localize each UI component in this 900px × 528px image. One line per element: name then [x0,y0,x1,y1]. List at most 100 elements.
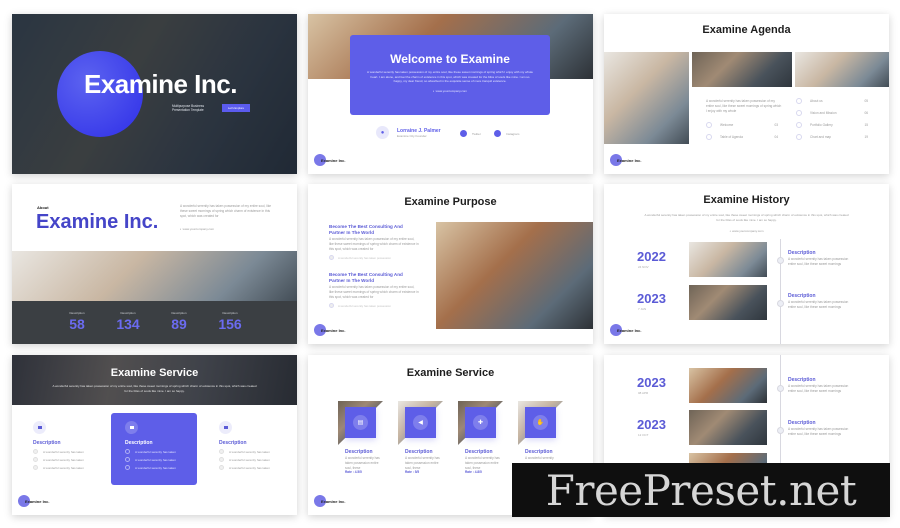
timeline-body: A wonderful serenity has taken possessio… [788,384,849,393]
timeline-photo [689,242,767,277]
timeline-body: A wonderful serenity has taken possessio… [788,257,849,266]
bullet-icon [706,134,712,140]
purpose-link-text: A wonderful serenity has taken possessio… [338,255,391,260]
purpose-heading: Become The Best Consulting And Partner I… [329,224,403,235]
agenda-item-label: Table of Agenda [720,135,743,139]
history-website: ◐ www.yourcompany.com [729,229,764,233]
agenda-item[interactable]: Portfolio Gallery 15 [796,122,868,128]
slide-about[interactable]: About Examine Inc. A wonderful serenity … [12,184,297,344]
agenda-item-page: 15 [864,123,868,127]
timeline-heading: Description [788,420,816,426]
service-list-item: A wonderful serenity has taken [33,465,103,470]
folder-icon [33,421,46,434]
service-list-item: A wonderful serenity has taken [219,465,289,470]
bullet-icon [219,449,224,454]
agenda-intro: A wonderful serenity has taken possessio… [706,99,782,113]
service-banner-photo [12,355,297,405]
service-list-item: A wonderful serenity has taken [219,457,289,462]
timeline-heading: Description [788,250,816,256]
purpose-block: Become The Best Consulting And Partner I… [329,272,419,308]
agenda-item[interactable]: Table of Agenda 04 [706,134,778,140]
slide-purpose[interactable]: Examine Purpose Become The Best Consulti… [308,184,593,344]
agenda-item-page: 03 [774,123,778,127]
service-list-item: A wonderful serenity has taken [125,465,195,470]
service-item-body: A wonderful serenity has taken possessio… [405,456,440,470]
agenda-photo-1 [604,52,689,144]
brand-label: Examine Inc. [25,498,50,504]
brand-label: Examine Inc. [321,327,346,333]
agenda-item[interactable]: Vision and Mission 06 [796,110,868,116]
social-instagram[interactable]: Instagram [494,130,519,137]
list-item-text: A wonderful serenity has taken [135,465,176,470]
service-list-item: A wonderful serenity has taken [33,457,103,462]
slide-service-columns[interactable]: Examine Service A wonderful serenity has… [12,355,297,515]
purpose-title: Examine Purpose [404,196,497,208]
purpose-link[interactable]: A wonderful serenity has taken possessio… [329,255,419,260]
agenda-item[interactable]: Welcome 03 [706,122,778,128]
cover-explore-button[interactable]: Let's Explore [222,104,250,112]
list-item-text: A wonderful serenity has taken [43,457,84,462]
timeline-body: A wonderful serenity has taken possessio… [788,427,849,436]
timeline-photo [689,410,767,445]
stat-value: 156 [218,316,242,332]
bullet-icon [125,449,130,454]
timeline-year: 2023 [637,417,666,432]
service-item-rate: Rate : 4.5/5 [345,470,362,474]
brand-label: Examine Inc. [321,498,346,504]
chat-icon: ▤ [353,415,368,430]
timeline-year: 2023 [637,375,666,390]
cover-subtitle: Multipurpose Business Presentation Templ… [172,104,205,112]
service-item-heading: Description [465,449,493,455]
briefcase-icon [219,421,232,434]
history-intro: A wonderful serenity has taken possessio… [644,213,849,222]
list-item-text: A wonderful serenity has taken [43,449,84,454]
twitter-label: Twitter [472,131,481,136]
bullet-icon [33,457,38,462]
social-twitter[interactable]: Twitter [460,130,481,137]
bullet-icon [706,122,712,128]
welcome-title: Welcome to Examine [390,52,510,66]
bullet-icon [329,303,334,308]
about-body: A wonderful serenity has taken possessio… [180,204,272,218]
bullet-icon [796,122,802,128]
service-item-tile: ◀ [405,407,436,438]
service-list-item: A wonderful serenity has taken [219,449,289,454]
purpose-link[interactable]: A wonderful serenity has taken possessio… [329,303,419,308]
timeline-heading: Description [788,293,816,299]
stat-value: 89 [171,316,187,332]
history-title: Examine History [703,194,790,206]
purpose-link-text: A wonderful serenity has taken possessio… [338,303,391,308]
service-item-tile: ✚ [465,407,496,438]
agenda-item[interactable]: About us 05 [796,98,868,104]
service-item-body: A wonderful serenity has taken possessio… [465,456,500,470]
puzzle-icon: ✚ [473,415,488,430]
agenda-item-page: 06 [864,111,868,115]
list-item-text: A wonderful serenity has taken [229,457,270,462]
agenda-item[interactable]: Chart and map 19 [796,134,868,140]
slide-history[interactable]: Examine History A wonderful serenity has… [604,184,889,344]
timeline-date: 12 OCT [638,433,649,437]
timeline-date: 7 JAN [638,307,647,311]
agenda-item-label: About us [810,99,823,103]
service-title: Examine Service [110,367,199,379]
agenda-photo-2 [692,52,792,87]
timeline-year: 2023 [637,291,666,306]
service-heading: Description [125,440,153,446]
purpose-photo [436,222,593,329]
timeline-dot [777,385,784,392]
founder-info: ● Lorraine J. Palmer Examine City Founde… [376,126,441,139]
bullet-icon [796,134,802,140]
slide-cover[interactable]: Examine Inc. Multipurpose Business Prese… [12,14,297,174]
service-column: Description A wonderful serenity has tak… [125,421,195,470]
service-item-tile: ▤ [345,407,376,438]
handshake-icon: ✋ [533,415,548,430]
bullet-icon [33,465,38,470]
watermark-text: FreePreset.net [545,465,857,515]
timeline-year: 2022 [637,249,666,264]
welcome-body: A wonderful serenity has taken possessio… [367,70,533,83]
purpose-body: A wonderful serenity has taken possessio… [329,285,419,299]
timeline-line [780,239,781,344]
slide-agenda[interactable]: Examine Agenda A wonderful serenity has … [604,14,889,174]
stat-label: Description [171,311,187,315]
slide-welcome[interactable]: Welcome to Examine A wonderful serenity … [308,14,593,174]
